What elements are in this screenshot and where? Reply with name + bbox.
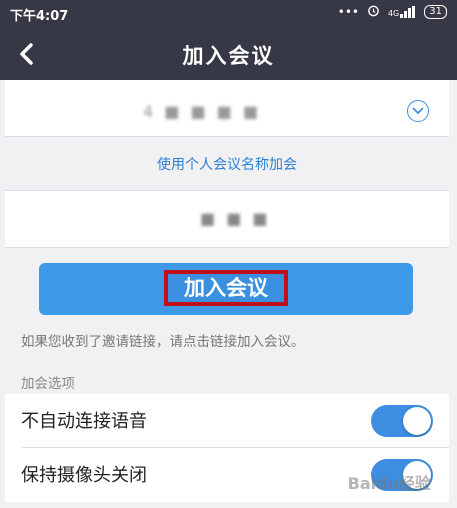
more-dots-icon: ••• xyxy=(337,5,359,19)
options-section-title: 加会选项 xyxy=(21,376,75,392)
option-label-camera-off: 保持摄像头关闭 xyxy=(21,465,147,486)
network-type-label: 4G xyxy=(387,9,400,18)
join-meeting-button[interactable]: 加入会议 xyxy=(39,263,413,315)
join-meeting-form: 4 ■ ■ ■ ■ 使用个人会议名称加会 ■ ■ ■ 加入会议 如果您收到了邀请… xyxy=(5,80,449,508)
status-bar: 下午4:07 ••• 4G 31 xyxy=(0,0,457,28)
toggle-knob xyxy=(403,407,431,435)
join-meeting-button-label: 加入会议 xyxy=(164,270,288,306)
history-dropdown-button[interactable] xyxy=(407,100,429,122)
chevron-down-icon xyxy=(412,107,424,115)
battery-level: 31 xyxy=(429,6,442,17)
meeting-id-input[interactable]: 4 ■ ■ ■ ■ xyxy=(143,102,261,121)
page-title: 加入会议 xyxy=(182,44,275,68)
option-row-audio: 不自动连接语音 xyxy=(5,394,449,448)
invite-link-hint: 如果您收到了邀请链接，请点击链接加入会议。 xyxy=(21,334,305,350)
option-label-no-audio: 不自动连接语音 xyxy=(21,411,147,432)
display-name-row[interactable]: ■ ■ ■ xyxy=(5,191,449,247)
watermark: Baidu经验 xyxy=(347,474,431,493)
display-name-input[interactable]: ■ ■ ■ xyxy=(200,209,271,228)
divider xyxy=(5,136,449,137)
meeting-id-row[interactable]: 4 ■ ■ ■ ■ xyxy=(5,80,449,136)
battery-icon: 31 xyxy=(424,5,447,19)
status-icons: ••• 4G 31 xyxy=(338,4,447,20)
divider xyxy=(5,247,449,248)
title-bar: 加入会议 xyxy=(0,28,457,80)
alarm-icon xyxy=(367,4,380,20)
personal-meeting-name-link[interactable]: 使用个人会议名称加会 xyxy=(5,154,449,174)
signal-icon: 4G xyxy=(388,6,416,18)
toggle-no-audio[interactable] xyxy=(371,405,433,437)
status-time: 下午4:07 xyxy=(10,9,69,24)
